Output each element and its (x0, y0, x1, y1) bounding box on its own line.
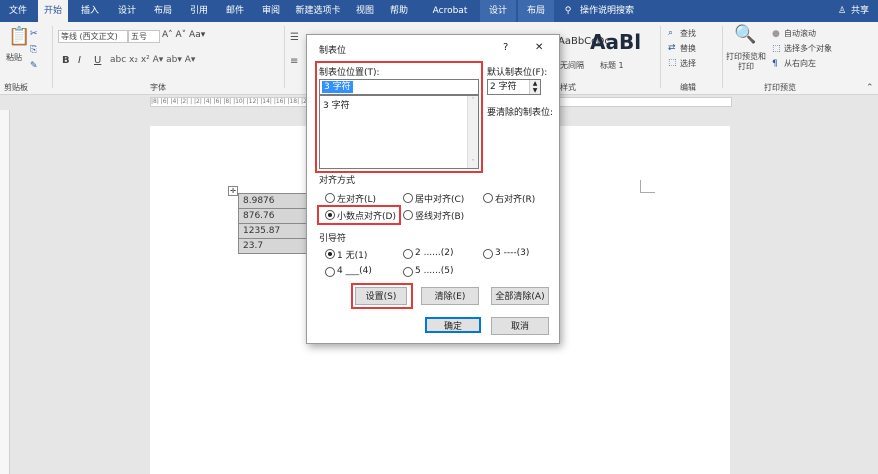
radio-leader-4[interactable] (325, 267, 335, 277)
edit-group-label: 编辑 (680, 83, 696, 92)
radio-leader-5[interactable] (403, 267, 413, 277)
ribbon-tab-bar: 文件 开始 插入 设计 布局 引用 邮件 审阅 新建选项卡 视图 帮助 Acro… (0, 0, 878, 22)
font-group-label: 字体 (150, 83, 166, 92)
share-button[interactable]: 共享 (848, 0, 872, 22)
radio-leader-5-label[interactable]: 5 ......(5) (415, 266, 454, 276)
close-button[interactable]: ✕ (535, 42, 543, 53)
radio-left-label[interactable]: 左对齐(L) (337, 192, 376, 205)
alignment-label: 对齐方式 (319, 176, 356, 186)
default-tab-value: 2 字符 (490, 82, 517, 92)
find-icon: ⌕ (668, 28, 674, 38)
share-user-icon: ♙ (837, 6, 847, 16)
select-objects-icon: ⬚ (772, 44, 781, 54)
margin-corner (640, 180, 655, 193)
clear-all-button[interactable]: 全部清除(A) (491, 287, 549, 305)
radio-bar-label[interactable]: 竖线对齐(B) (415, 209, 464, 222)
clipboard-group-label: 剪贴板 (4, 83, 28, 92)
collapse-ribbon-icon[interactable]: ⌃ (866, 82, 874, 94)
styles-group-label: 样式 (560, 83, 576, 92)
radio-left[interactable] (325, 193, 335, 203)
separator (660, 26, 661, 88)
style-sample-2[interactable]: AaBl (590, 30, 641, 54)
clear-tabs-label: 要清除的制表位: (487, 108, 554, 118)
tab-new[interactable]: 新建选项卡 (290, 0, 346, 22)
tab-review[interactable]: 审阅 (256, 0, 286, 22)
tab-table-layout[interactable]: 布局 (518, 0, 554, 22)
cut-icon[interactable]: ✂ (30, 28, 38, 40)
font-effects-icon[interactable]: abc x₂ x² A▾ ab▾ A▾ (110, 55, 195, 65)
tab-layout[interactable]: 布局 (148, 0, 178, 22)
tab-table-design[interactable]: 设计 (480, 0, 516, 22)
font-name-select[interactable]: 等线 (西文正文) (58, 30, 128, 43)
radio-leader-3[interactable] (483, 249, 493, 259)
tab-file[interactable]: 文件 (6, 0, 30, 22)
print-preview-icon[interactable]: 🔍 (734, 26, 756, 44)
font-size-select[interactable]: 五号 (128, 30, 160, 43)
style-label-1: 无间隔 (560, 61, 584, 70)
tab-references[interactable]: 引用 (184, 0, 214, 22)
vertical-ruler[interactable] (0, 110, 10, 474)
radio-leader-4-label[interactable]: 4 ___(4) (337, 266, 372, 276)
default-tab-stepper[interactable]: 2 字符 ▲ ▼ (487, 79, 541, 95)
rtl-icon: ¶ (772, 59, 778, 69)
print-preview-button[interactable]: 打印预览和打印 (724, 52, 768, 72)
ok-button[interactable]: 确定 (425, 317, 481, 333)
tab-help[interactable]: 帮助 (386, 0, 412, 22)
find-button[interactable]: 查找 (680, 28, 696, 39)
tab-insert[interactable]: 插入 (76, 0, 104, 22)
radio-right[interactable] (483, 193, 493, 203)
bullets-icon[interactable]: ☰ (290, 32, 299, 44)
separator (52, 26, 53, 88)
separator (284, 26, 285, 88)
leader-label: 引导符 (319, 234, 347, 244)
radio-right-label[interactable]: 右对齐(R) (495, 192, 535, 205)
dialog-title: 制表位 (319, 46, 347, 56)
tabs-dialog: 制表位 ? ✕ 制表位位置(T): 3 字符 3 字符 ˄ ˅ 默认制表位(F)… (306, 34, 560, 344)
rtl-button[interactable]: 从右向左 (784, 58, 816, 69)
radio-leader-2[interactable] (403, 249, 413, 259)
bold-button[interactable]: B (62, 55, 70, 66)
tab-home[interactable]: 开始 (38, 0, 68, 22)
radio-bar[interactable] (403, 210, 413, 220)
print-group-label: 打印预览 (764, 83, 796, 92)
spin-icon[interactable]: ▲ ▼ (529, 80, 540, 94)
table-move-handle-icon[interactable]: ✛ (228, 186, 238, 196)
align-icon[interactable]: ≡ (290, 56, 298, 68)
format-painter-icon[interactable]: ✎ (30, 60, 38, 72)
radio-leader-3-label[interactable]: 3 ----(3) (495, 248, 529, 258)
help-button[interactable]: ? (503, 42, 508, 53)
highlight-box-position (315, 61, 483, 173)
select-icon: ⬚ (668, 58, 677, 68)
radio-leader-1-label[interactable]: 1 无(1) (337, 248, 367, 261)
highlight-box-decimal (317, 205, 401, 225)
radio-center-label[interactable]: 居中对齐(C) (415, 192, 464, 205)
style-label-2: 标题 1 (600, 61, 624, 70)
clear-button[interactable]: 清除(E) (421, 287, 479, 305)
italic-button[interactable]: I (78, 55, 81, 66)
tab-design[interactable]: 设计 (112, 0, 142, 22)
select-button[interactable]: 选择 (680, 58, 696, 69)
lightbulb-icon: ⚲ (564, 6, 572, 16)
radio-leader-2-label[interactable]: 2 ......(2) (415, 248, 454, 258)
replace-button[interactable]: 替换 (680, 43, 696, 54)
tell-me-search[interactable]: 操作说明搜索 (576, 0, 638, 22)
tab-mailings[interactable]: 邮件 (220, 0, 250, 22)
auto-scroll-button[interactable]: 自动滚动 (784, 28, 816, 39)
paste-icon[interactable]: 📋 (8, 28, 30, 46)
replace-icon: ⇄ (668, 43, 676, 53)
copy-icon[interactable]: ⎘ (30, 44, 37, 56)
underline-button[interactable]: U (94, 55, 101, 66)
tab-acrobat[interactable]: Acrobat (430, 0, 470, 22)
font-grow-icon[interactable]: A˄ A˅ Aa▾ (162, 30, 205, 40)
highlight-box-set (351, 283, 413, 309)
tab-view[interactable]: 视图 (352, 0, 378, 22)
radio-leader-1[interactable] (325, 249, 335, 259)
auto-scroll-icon: ● (772, 29, 780, 39)
radio-center[interactable] (403, 193, 413, 203)
select-objects-button[interactable]: 选择多个对象 (784, 43, 832, 54)
default-tab-label: 默认制表位(F): (487, 68, 548, 78)
cancel-button[interactable]: 取消 (491, 317, 549, 335)
paste-button[interactable]: 粘贴 (6, 52, 22, 63)
separator (722, 26, 723, 88)
